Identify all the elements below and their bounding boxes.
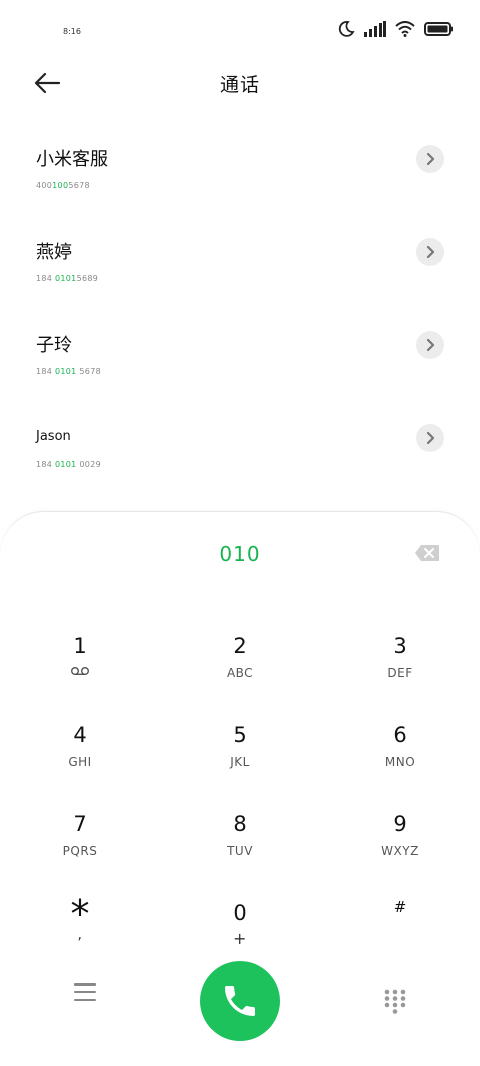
contact-number: 184 01015689	[36, 274, 99, 283]
contact-detail-button[interactable]	[416, 238, 444, 266]
key-star[interactable]: * ,	[20, 891, 140, 971]
contact-name: 小米客服	[36, 149, 108, 170]
voicemail-icon	[71, 667, 89, 675]
page-title: 通话	[219, 74, 260, 96]
chevron-right-icon	[426, 245, 435, 259]
key-5[interactable]: 5 JKL	[180, 721, 300, 801]
status-bar: 8:16	[0, 0, 480, 62]
contact-number: 184 0101 0029	[36, 460, 101, 469]
key-9[interactable]: 9 WXYZ	[340, 810, 460, 890]
contact-item[interactable]: Jason 184 0101 0029	[0, 392, 480, 485]
contact-item[interactable]: 小米客服 4001005678	[0, 113, 480, 206]
moon-icon	[338, 21, 355, 37]
status-icons	[337, 20, 454, 38]
contact-detail-button[interactable]	[416, 424, 444, 452]
contact-detail-button[interactable]	[416, 145, 444, 173]
contact-name: 燕婷	[36, 242, 72, 263]
contact-number: 184 0101 5678	[36, 367, 101, 376]
contact-name: Jason	[36, 429, 71, 444]
chevron-right-icon	[426, 431, 435, 445]
key-4[interactable]: 4 GHI	[20, 721, 140, 801]
dial-input[interactable]: 010	[0, 542, 480, 566]
contact-item[interactable]: 燕婷 184 01015689	[0, 206, 480, 299]
status-time: 8:16	[63, 27, 81, 36]
key-hash[interactable]: #	[340, 893, 460, 973]
key-7[interactable]: 7 PQRS	[20, 810, 140, 890]
key-8[interactable]: 8 TUV	[180, 810, 300, 890]
battery-icon	[424, 22, 453, 36]
contact-name: 子玲	[36, 335, 72, 356]
call-button[interactable]	[200, 961, 280, 1041]
menu-icon[interactable]	[70, 980, 100, 1004]
header: 通话	[0, 62, 480, 106]
key-6[interactable]: 6 MNO	[340, 721, 460, 801]
backspace-icon[interactable]	[414, 544, 440, 562]
contact-number: 4001005678	[36, 181, 90, 190]
contact-detail-button[interactable]	[416, 331, 444, 359]
contact-list: 小米客服 4001005678 燕婷 184 01015689 子玲 184 0…	[0, 113, 480, 485]
contact-item[interactable]: 子玲 184 0101 5678	[0, 299, 480, 392]
chevron-right-icon	[426, 152, 435, 166]
wifi-icon	[395, 21, 415, 37]
chevron-right-icon	[426, 338, 435, 352]
phone-icon	[225, 986, 255, 1016]
key-1[interactable]: 1	[20, 632, 140, 712]
key-2[interactable]: 2 ABC	[180, 632, 300, 712]
key-3[interactable]: 3 DEF	[340, 632, 460, 712]
dialpad-icon[interactable]	[384, 989, 406, 1015]
signal-icon	[364, 21, 386, 37]
